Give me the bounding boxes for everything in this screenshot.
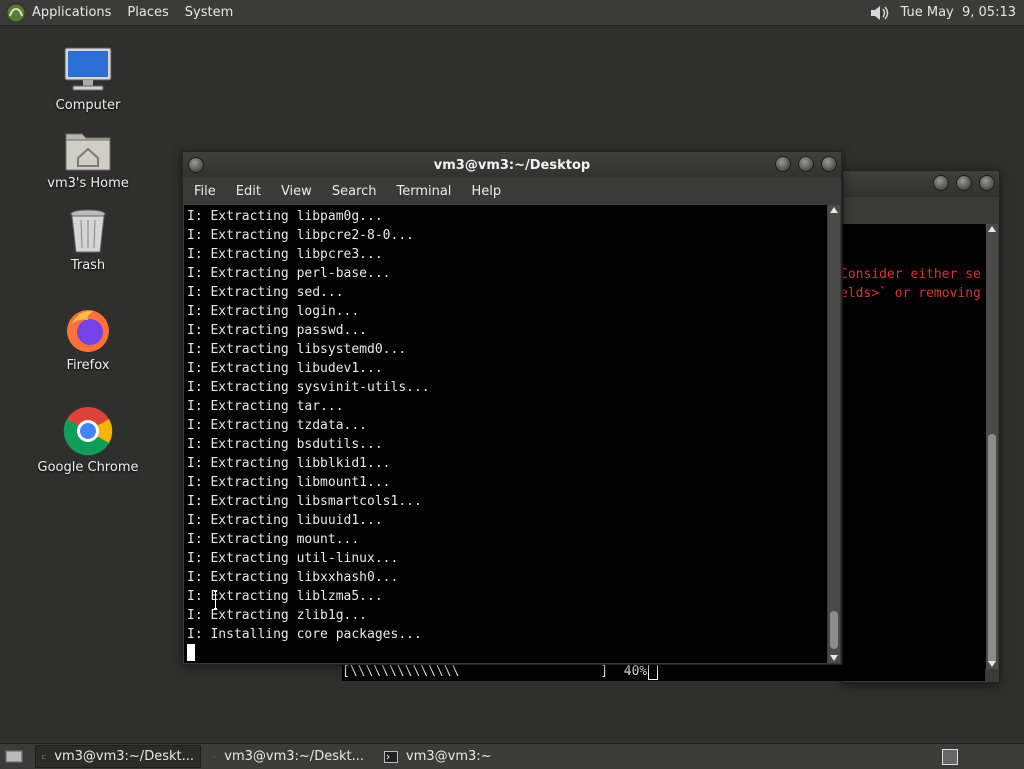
terminal-line: I: Extracting util-linux... bbox=[187, 551, 399, 566]
vertical-scrollbar[interactable] bbox=[986, 224, 998, 669]
menubar: File Edit View Search Terminal Help bbox=[183, 178, 841, 204]
close-icon[interactable] bbox=[821, 156, 837, 172]
terminal-line: I: Extracting libsmartcols1... bbox=[187, 494, 422, 509]
maximize-icon[interactable] bbox=[798, 156, 814, 172]
menu-view[interactable]: View bbox=[271, 184, 322, 199]
scroll-thumb[interactable] bbox=[988, 434, 996, 664]
minimize-icon[interactable] bbox=[775, 156, 791, 172]
terminal-output[interactable]: I: Extracting libpam0g... I: Extracting l… bbox=[184, 205, 827, 663]
vertical-scrollbar[interactable] bbox=[828, 205, 840, 663]
desktop-icon-computer[interactable]: Computer bbox=[28, 46, 148, 113]
menu-search[interactable]: Search bbox=[322, 184, 387, 199]
scroll-thumb[interactable] bbox=[830, 611, 838, 649]
terminal-line: I: Extracting login... bbox=[187, 304, 360, 319]
window-menu-icon[interactable] bbox=[188, 157, 204, 173]
terminal-line: I: Extracting zlib1g... bbox=[187, 608, 368, 623]
taskbar-item[interactable]: vm3@vm3:~ bbox=[377, 745, 499, 768]
menu-edit[interactable]: Edit bbox=[226, 184, 271, 199]
window-title: vm3@vm3:~/Desktop bbox=[433, 157, 591, 173]
terminal-line: I: Extracting tar... bbox=[187, 399, 344, 414]
progress-line: [\\\\\\\\\\\\\\ ] 40% bbox=[342, 663, 985, 681]
terminal-line: I: Extracting libmount1... bbox=[187, 475, 391, 490]
window-titlebar[interactable]: vm3@vm3:~/Desktop bbox=[183, 152, 841, 178]
terminal-line: I: Extracting libpcre3... bbox=[187, 247, 383, 262]
system-menu[interactable]: System bbox=[177, 5, 241, 20]
desktop-icon-label: Computer bbox=[55, 98, 121, 113]
menu-file[interactable]: File bbox=[183, 184, 226, 199]
terminal-icon bbox=[42, 754, 47, 759]
terminal-line: I: Extracting tzdata... bbox=[187, 418, 368, 433]
chrome-icon bbox=[63, 407, 113, 456]
menu-terminal[interactable]: Terminal bbox=[386, 184, 461, 199]
desktop-icon-label: Trash bbox=[70, 258, 106, 273]
text-cursor-icon bbox=[214, 591, 217, 609]
terminal-line: I: Extracting perl-base... bbox=[187, 266, 391, 281]
desktop-icon-firefox[interactable]: Firefox bbox=[28, 306, 148, 373]
terminal-line: I: Extracting libblkid1... bbox=[187, 456, 391, 471]
terminal-cursor bbox=[187, 644, 195, 661]
applications-menu[interactable]: Applications bbox=[24, 5, 119, 20]
terminal-line: I: Extracting libsystemd0... bbox=[187, 342, 407, 357]
terminal-icon bbox=[384, 750, 398, 763]
terminal-output[interactable]: Consider either se elds>` or removing bbox=[843, 224, 986, 669]
volume-icon[interactable] bbox=[869, 3, 891, 23]
desktop-icon-label: Firefox bbox=[66, 358, 110, 373]
computer-icon bbox=[64, 47, 112, 91]
terminal-line: I: Extracting bsdutils... bbox=[187, 437, 383, 452]
scroll-down-icon[interactable] bbox=[988, 661, 996, 667]
show-desktop-icon[interactable] bbox=[3, 747, 25, 767]
terminal-lines: I: Extracting libpam0g... I: Extracting l… bbox=[187, 207, 430, 644]
minimize-icon[interactable] bbox=[933, 175, 949, 191]
workspace-switcher[interactable] bbox=[942, 749, 958, 765]
desktop-icon-label: vm3's Home bbox=[47, 176, 129, 191]
menu-help[interactable]: Help bbox=[461, 184, 511, 199]
places-menu[interactable]: Places bbox=[119, 5, 176, 20]
background-terminal-window[interactable]: Consider either se elds>` or removing bbox=[842, 170, 1000, 683]
terminal-line: I: Extracting libpcre2-8-0... bbox=[187, 228, 414, 243]
taskbar-item[interactable]: vm3@vm3:~/Deskt... bbox=[207, 745, 371, 768]
desktop-icon-home[interactable]: vm3's Home bbox=[28, 128, 148, 191]
desktop-icon-label: Google Chrome bbox=[37, 460, 139, 475]
terminal-line: I: Extracting sysvinit-utils... bbox=[187, 380, 430, 395]
taskbar-item[interactable]: vm3@vm3:~/Deskt... bbox=[35, 745, 201, 768]
terminal-line: I: Extracting passwd... bbox=[187, 323, 368, 338]
mate-logo-icon[interactable] bbox=[6, 3, 26, 23]
terminal-line: I: Extracting sed... bbox=[187, 285, 344, 300]
taskbar-item-label: vm3@vm3:~/Deskt... bbox=[54, 749, 194, 764]
desktop-icon-trash[interactable]: Trash bbox=[28, 208, 148, 273]
taskbar-item-label: vm3@vm3:~ bbox=[406, 749, 492, 764]
top-panel: Applications Places System Tue May 9, 05… bbox=[0, 0, 1024, 26]
terminal-line: I: Extracting mount... bbox=[187, 532, 360, 547]
scroll-up-icon[interactable] bbox=[830, 207, 838, 213]
scroll-down-icon[interactable] bbox=[830, 655, 838, 661]
terminal-line: I: Extracting libpam0g... bbox=[187, 209, 383, 224]
maximize-icon[interactable] bbox=[956, 175, 972, 191]
error-text: Consider either se elds>` or removing bbox=[843, 267, 981, 301]
desktop-icon-chrome[interactable]: Google Chrome bbox=[28, 406, 148, 475]
terminal-window[interactable]: vm3@vm3:~/Desktop File Edit View Search … bbox=[182, 151, 842, 665]
terminal-line: I: Extracting libudev1... bbox=[187, 361, 383, 376]
terminal-line: I: Installing core packages... bbox=[187, 627, 422, 642]
clock[interactable]: Tue May 9, 05:13 bbox=[901, 5, 1016, 20]
home-folder-icon bbox=[65, 133, 111, 171]
scroll-up-icon[interactable] bbox=[988, 226, 996, 232]
taskbar-item-label: vm3@vm3:~/Deskt... bbox=[224, 749, 364, 764]
terminal-icon bbox=[214, 755, 217, 758]
close-icon[interactable] bbox=[979, 175, 995, 191]
window-titlebar[interactable] bbox=[843, 171, 999, 197]
terminal-line: I: Extracting libuuid1... bbox=[187, 513, 383, 528]
firefox-icon bbox=[67, 310, 109, 352]
terminal-line: I: Extracting libxxhash0... bbox=[187, 570, 399, 585]
trash-icon bbox=[70, 209, 106, 253]
terminal-line: I: Extracting liblzma5... bbox=[187, 589, 383, 604]
bottom-panel: vm3@vm3:~/Deskt... vm3@vm3:~/Deskt... vm… bbox=[0, 743, 1024, 769]
terminal-cursor bbox=[648, 663, 659, 680]
